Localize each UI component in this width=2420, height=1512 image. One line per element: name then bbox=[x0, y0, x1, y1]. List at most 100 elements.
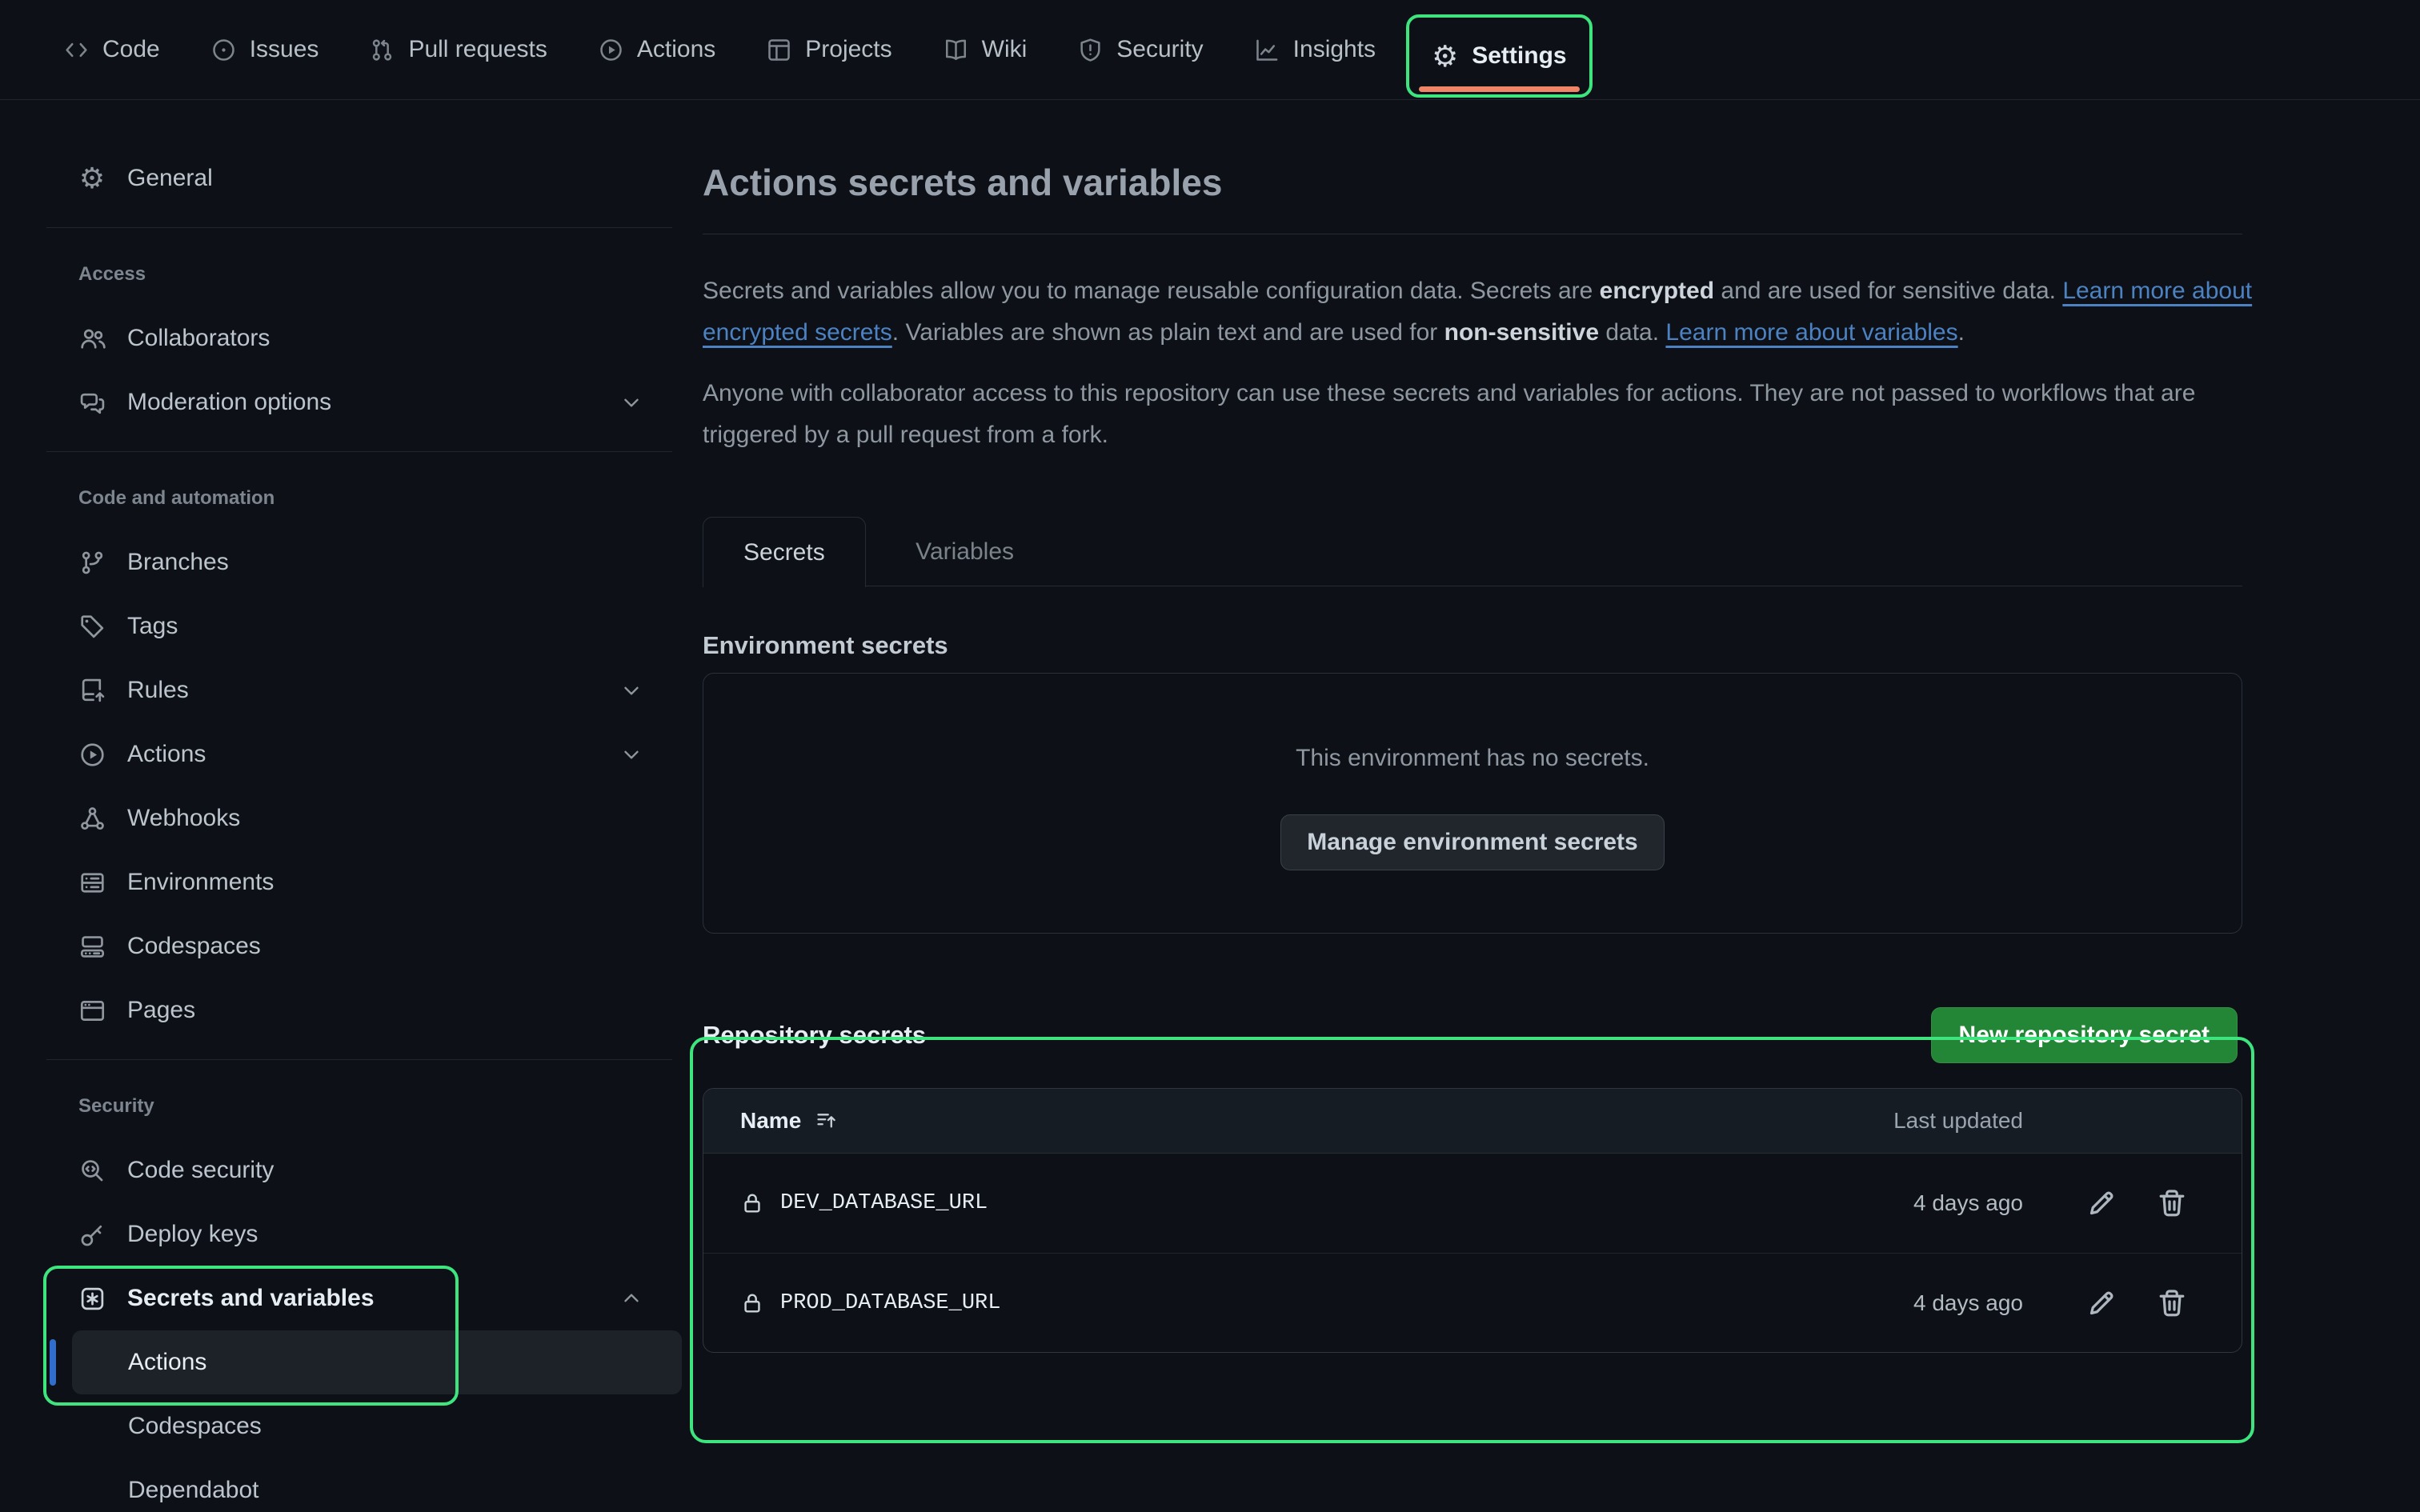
sidebar-item-label: Actions bbox=[127, 741, 206, 768]
sidebar-item-label: Environments bbox=[127, 869, 274, 896]
code-scan-icon bbox=[78, 1158, 106, 1184]
sidebar-item-collaborators[interactable]: Collaborators bbox=[0, 306, 698, 370]
sidebar-item-actions[interactable]: Actions bbox=[0, 722, 698, 786]
sidebar-item-label: Deploy keys bbox=[127, 1221, 258, 1248]
tab-pull-requests[interactable]: Pull requests bbox=[352, 0, 564, 99]
tab-security[interactable]: Security bbox=[1060, 0, 1220, 99]
sidebar-item-moderation-options[interactable]: Moderation options bbox=[0, 370, 698, 434]
people-icon bbox=[78, 326, 106, 352]
selected-indicator-bar bbox=[50, 1339, 56, 1386]
lock-icon bbox=[740, 1291, 764, 1315]
name-column-header[interactable]: Name bbox=[740, 1108, 801, 1134]
tab-label: Issues bbox=[250, 36, 319, 63]
edit-secret-button[interactable] bbox=[2085, 1187, 2118, 1219]
secret-name: PROD_DATABASE_URL bbox=[780, 1291, 1000, 1315]
key-asterisk-icon bbox=[78, 1286, 106, 1312]
sidebar-item-code-security[interactable]: Code security bbox=[0, 1138, 698, 1202]
sidebar-item-label: Rules bbox=[127, 677, 189, 704]
manage-environment-secrets-button[interactable]: Manage environment secrets bbox=[1280, 814, 1664, 870]
tab-label: Actions bbox=[637, 36, 715, 63]
server-icon bbox=[78, 870, 106, 896]
secrets-variables-tabbar: Secrets Variables bbox=[703, 516, 2242, 586]
code-icon bbox=[64, 38, 89, 62]
sidebar-item-label: General bbox=[127, 165, 213, 192]
link-variables[interactable]: Learn more about variables bbox=[1665, 319, 1957, 346]
graph-icon bbox=[1255, 38, 1280, 62]
sidebar-item-branches[interactable]: Branches bbox=[0, 530, 698, 594]
gear-icon: ⚙ bbox=[78, 164, 106, 193]
key-icon bbox=[78, 1222, 106, 1248]
description-bold: encrypted bbox=[1600, 278, 1714, 304]
sidebar-subitem-codespaces[interactable]: Codespaces bbox=[72, 1394, 682, 1458]
divider bbox=[46, 1059, 672, 1060]
tab-secrets[interactable]: Secrets bbox=[703, 517, 866, 587]
book-icon bbox=[944, 38, 968, 62]
tab-settings[interactable]: ⚙ Settings bbox=[1406, 14, 1593, 98]
environment-secrets-heading: Environment secrets bbox=[703, 631, 2242, 663]
gear-icon: ⚙ bbox=[1432, 42, 1458, 71]
sidebar-item-label: Collaborators bbox=[127, 325, 270, 352]
main-content: Actions secrets and variables Secrets an… bbox=[703, 100, 2242, 1353]
tab-code[interactable]: Code bbox=[46, 0, 178, 99]
table-row: DEV_DATABASE_URL 4 days ago bbox=[703, 1154, 2242, 1253]
repository-secrets-table: Name Last updated DEV_DATABASE_URL 4 day… bbox=[703, 1088, 2242, 1353]
edit-secret-button[interactable] bbox=[2085, 1287, 2118, 1319]
description-text: . Variables are shown as plain text and … bbox=[892, 319, 1444, 346]
sidebar-item-label: Tags bbox=[127, 613, 178, 640]
tab-label: Insights bbox=[1293, 36, 1376, 63]
repository-secrets-heading: Repository secrets bbox=[703, 1021, 926, 1050]
active-tab-underline bbox=[1419, 86, 1580, 92]
repo-tab-bar: Code Issues Pull requests Actions Projec… bbox=[0, 0, 2420, 100]
tab-variables[interactable]: Variables bbox=[869, 517, 1060, 587]
sidebar-item-general[interactable]: ⚙ General bbox=[0, 146, 698, 210]
sidebar-subitem-actions[interactable]: Actions bbox=[72, 1330, 682, 1394]
sidebar-item-pages[interactable]: Pages bbox=[0, 978, 698, 1042]
sidebar-item-codespaces[interactable]: Codespaces bbox=[0, 914, 698, 978]
description-text: and are used for sensitive data. bbox=[1714, 278, 2062, 304]
tab-label: Code bbox=[102, 36, 160, 63]
empty-state-text: This environment has no secrets. bbox=[1296, 744, 1649, 773]
secret-name-cell: PROD_DATABASE_URL bbox=[740, 1291, 1913, 1315]
sidebar-item-deploy-keys[interactable]: Deploy keys bbox=[0, 1202, 698, 1266]
sidebar-subitem-dependabot[interactable]: Dependabot bbox=[72, 1458, 682, 1512]
tab-wiki[interactable]: Wiki bbox=[926, 0, 1045, 99]
tab-label: Security bbox=[1116, 36, 1203, 63]
last-updated-column-header: Last updated bbox=[1893, 1108, 2023, 1134]
delete-secret-button[interactable] bbox=[2156, 1287, 2188, 1319]
sidebar-item-rules[interactable]: Rules bbox=[0, 658, 698, 722]
environment-secrets-box: This environment has no secrets. Manage … bbox=[703, 673, 2242, 934]
sidebar-item-label: Code security bbox=[127, 1157, 274, 1184]
chevron-down-icon bbox=[619, 742, 643, 766]
sort-ascending-icon[interactable] bbox=[815, 1110, 838, 1132]
chevron-up-icon bbox=[619, 1286, 643, 1310]
new-repository-secret-button[interactable]: New repository secret bbox=[1931, 1007, 2238, 1063]
description-bold: non-sensitive bbox=[1444, 319, 1599, 346]
sidebar-item-label: Moderation options bbox=[127, 389, 331, 416]
rules-icon bbox=[78, 678, 106, 704]
tab-issues[interactable]: Issues bbox=[194, 0, 337, 99]
tag-icon bbox=[78, 614, 106, 640]
last-updated-value: 4 days ago bbox=[1913, 1290, 2023, 1316]
tab-insights[interactable]: Insights bbox=[1237, 0, 1393, 99]
tab-label: Settings bbox=[1472, 42, 1566, 70]
chevron-down-icon bbox=[619, 390, 643, 414]
sidebar-item-label: Branches bbox=[127, 549, 229, 576]
settings-sidebar: ⚙ General Access Collaborators Moderatio… bbox=[0, 100, 698, 1512]
play-icon bbox=[599, 38, 623, 62]
table-row: PROD_DATABASE_URL 4 days ago bbox=[703, 1253, 2242, 1352]
git-branch-icon bbox=[78, 550, 106, 576]
sidebar-item-secrets-and-variables[interactable]: Secrets and variables bbox=[0, 1266, 698, 1330]
sidebar-item-webhooks[interactable]: Webhooks bbox=[0, 786, 698, 850]
tab-label: Pull requests bbox=[408, 36, 547, 63]
sidebar-item-label: Webhooks bbox=[127, 805, 240, 832]
tab-actions[interactable]: Actions bbox=[581, 0, 733, 99]
comment-discussion-icon bbox=[78, 390, 106, 416]
sidebar-subitem-label: Codespaces bbox=[128, 1413, 262, 1440]
sidebar-item-label: Secrets and variables bbox=[127, 1285, 375, 1312]
sidebar-item-environments[interactable]: Environments bbox=[0, 850, 698, 914]
tab-projects[interactable]: Projects bbox=[749, 0, 909, 99]
table-header-row: Name Last updated bbox=[703, 1089, 2242, 1154]
issue-opened-icon bbox=[211, 38, 236, 62]
delete-secret-button[interactable] bbox=[2156, 1187, 2188, 1219]
sidebar-item-tags[interactable]: Tags bbox=[0, 594, 698, 658]
